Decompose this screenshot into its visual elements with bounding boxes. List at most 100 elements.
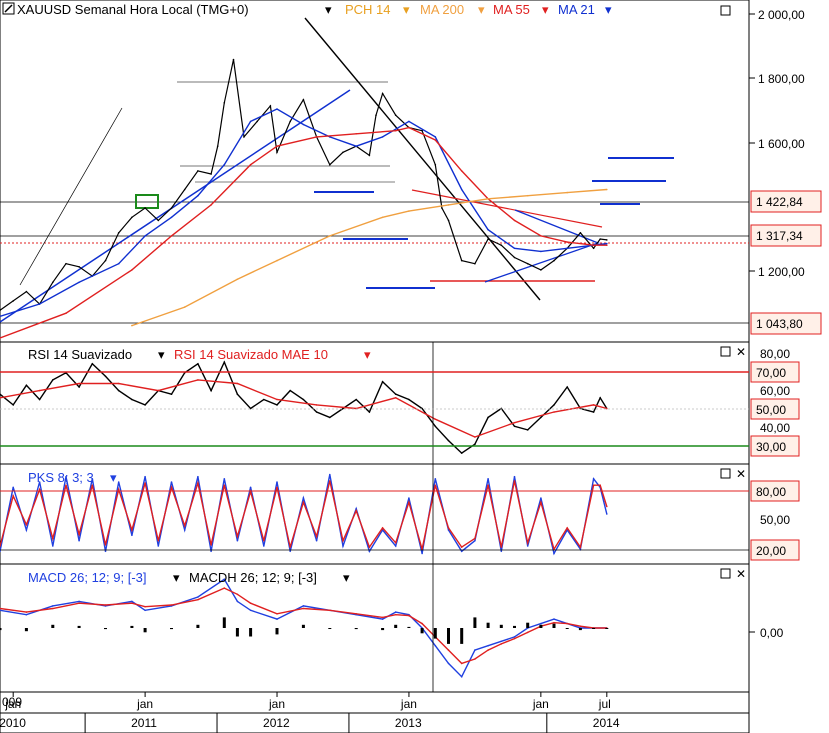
indicator-ma55[interactable]: MA 55 (493, 2, 530, 17)
macd-hist-bar-20 (433, 628, 437, 639)
price-point-0-42 (500, 244, 503, 246)
rsi-mae-dropdown-icon[interactable]: ▾ (364, 347, 371, 362)
macd-point-0-3 (78, 600, 80, 603)
macd-point-0-24 (487, 644, 489, 647)
macd-point-0-16 (381, 618, 384, 620)
price-point-2-4 (210, 204, 212, 206)
macd-point-0-8 (197, 596, 199, 598)
rsi-point-0-46 (599, 397, 601, 399)
indicator-ma200[interactable]: MA 200 (420, 2, 464, 17)
rsi-point-0-1 (12, 404, 14, 406)
indicator-ma55-dropdown-icon[interactable]: ▾ (542, 2, 549, 17)
rsi-point-0-16 (210, 389, 212, 392)
price-point-0-6 (78, 266, 80, 268)
indicator-pch[interactable]: PCH 14 (345, 2, 391, 17)
price-point-1-6 (197, 194, 199, 197)
pks-label[interactable]: PKS 8; 3; 3 (28, 470, 94, 485)
price-point-0-46 (553, 259, 555, 262)
pks-point-0-25 (329, 473, 331, 476)
pks-point-0-42 (553, 552, 555, 555)
macd-point-0-21 (447, 662, 450, 665)
rsi-point-0-11 (144, 404, 146, 406)
macd-point-0-26 (513, 636, 516, 638)
macd-point-1-19 (421, 622, 423, 625)
rsi-point-0-43 (566, 386, 568, 388)
price-point-2-5 (249, 163, 252, 166)
price-point-1-1 (38, 303, 41, 305)
macd-close-icon[interactable]: ✕ (736, 567, 746, 581)
pks-point-1-34 (447, 527, 450, 529)
price-point-1-14 (408, 120, 410, 123)
pks-badge-80: 80,00 (756, 485, 786, 499)
pks-dropdown-icon[interactable]: ▾ (110, 470, 117, 485)
macd-point-1-25 (500, 643, 503, 645)
macd-point-1-2 (52, 607, 54, 610)
macd-label[interactable]: MACD 26; 12; 9; [-3] (28, 570, 147, 585)
macd-hist-bar-14 (328, 628, 332, 629)
macd-hist-bar-5 (130, 625, 134, 628)
rsi-point-0-28 (368, 411, 371, 413)
macd-point-1-12 (276, 613, 278, 615)
pks-point-0-11 (144, 475, 146, 478)
pks-maximize-icon[interactable] (720, 468, 731, 479)
macd-hist-bar-19 (420, 628, 424, 634)
price-pane[interactable] (0, 0, 750, 343)
macd-point-0-5 (131, 600, 133, 603)
macd-hist-bar-18 (407, 626, 411, 628)
pks-point-1-1 (12, 495, 14, 497)
rsi-point-0-37 (487, 416, 489, 419)
indicator-pch-dropdown-icon[interactable]: ▾ (403, 2, 410, 17)
macdh-dropdown-icon[interactable]: ▾ (343, 570, 350, 585)
price-point-0-44 (526, 262, 529, 265)
pks-point-0-28 (368, 550, 371, 553)
macd-dropdown-icon[interactable]: ▾ (173, 570, 180, 585)
price-point-2-3 (170, 235, 173, 237)
price-pane-maximize-icon[interactable] (720, 5, 731, 16)
rsi-dropdown-icon[interactable]: ▾ (158, 347, 165, 362)
pks-point-0-10 (131, 534, 133, 537)
price-point-0-39 (460, 259, 463, 262)
indicator-ma21-dropdown-icon[interactable]: ▾ (605, 2, 612, 17)
macd-point-1-24 (487, 649, 489, 651)
macd-point-0-13 (302, 605, 305, 607)
rsi-close-icon[interactable]: ✕ (736, 345, 746, 359)
pks-point-1-39 (513, 480, 516, 482)
price-point-0-15 (197, 170, 199, 172)
indicator-ma21[interactable]: MA 21 (558, 2, 595, 17)
rsi-point-1-16 (606, 407, 608, 410)
price-point-0-36 (434, 163, 437, 166)
macd-point-0-28 (540, 622, 542, 625)
pks-close-icon[interactable]: ✕ (736, 467, 746, 481)
macd-point-1-26 (513, 637, 516, 640)
macd-point-0-25 (500, 640, 503, 643)
price-point-0-17 (216, 145, 219, 147)
year-label-4: 2014 (593, 716, 620, 730)
rsi-label[interactable]: RSI 14 Suavizado (28, 347, 132, 362)
macd-point-1-21 (447, 649, 450, 651)
macd-maximize-icon[interactable] (720, 568, 731, 579)
pks-point-0-22 (289, 550, 292, 553)
macd-point-0-12 (276, 618, 278, 620)
macd-point-1-17 (394, 613, 397, 616)
price-point-0-48 (579, 232, 582, 234)
rsi-maximize-icon[interactable] (720, 346, 731, 357)
rsi-mae-label[interactable]: RSI 14 Suavizado MAE 10 (174, 347, 328, 362)
macd-point-0-1 (25, 613, 28, 616)
pks-point-0-31 (408, 497, 410, 499)
pks-point-1-21 (276, 486, 278, 489)
price-tick-1600: 1 600,00 (758, 137, 805, 151)
rsi-badge-30: 30,00 (756, 440, 786, 454)
price-point-2-1 (65, 312, 67, 315)
price-label-1043: 1 043,80 (756, 317, 803, 331)
macd-hist-bar-7 (170, 628, 173, 630)
price-point-2-2 (131, 269, 133, 271)
price-point-0-22 (269, 105, 272, 107)
pks-point-0-17 (223, 478, 226, 480)
pks-point-1-6 (78, 533, 80, 536)
macdh-label[interactable]: MACDH 26; 12; 9; [-3] (189, 570, 317, 585)
macd-point-0-2 (52, 605, 54, 607)
macd-hist-bar-8 (196, 624, 200, 628)
price-tick-1800: 1 800,00 (758, 72, 805, 86)
title-dropdown-icon[interactable]: ▾ (325, 2, 332, 17)
indicator-ma200-dropdown-icon[interactable]: ▾ (478, 2, 485, 17)
